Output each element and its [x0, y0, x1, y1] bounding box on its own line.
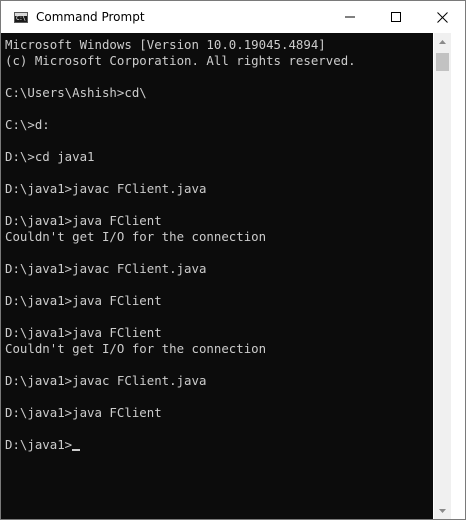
minimize-button[interactable]	[327, 1, 373, 33]
scrollbar-thumb[interactable]	[436, 53, 449, 71]
window-title: Command Prompt	[36, 10, 145, 24]
console-line: Couldn't get I/O for the connection	[5, 341, 267, 356]
console-line: Couldn't get I/O for the connection	[5, 229, 267, 244]
console-line: D:\java1>javac FClient.java	[5, 261, 207, 276]
command-prompt-window: C:\ Command Prompt Microsoft Windows [Ve…	[0, 0, 466, 520]
console-line: (c) Microsoft Corporation. All rights re…	[5, 53, 356, 68]
console-line: D:\java1>javac FClient.java	[5, 373, 207, 388]
command-prompt-icon[interactable]: C:\	[14, 12, 28, 23]
vertical-scrollbar[interactable]	[434, 33, 451, 519]
current-prompt: D:\java1>	[5, 437, 73, 452]
console-line: D:\java1>java FClient	[5, 293, 162, 308]
console-line: D:\java1>java FClient	[5, 213, 162, 228]
current-prompt-line[interactable]: D:\java1>	[5, 437, 433, 453]
console-line: D:\java1>javac FClient.java	[5, 181, 207, 196]
console-line: D:\java1>java FClient	[5, 325, 162, 340]
console-line: D:\>cd java1	[5, 149, 95, 164]
text-cursor	[72, 449, 81, 451]
maximize-icon	[391, 12, 401, 22]
title-bar[interactable]: C:\ Command Prompt	[1, 1, 465, 33]
scroll-down-arrow-icon	[439, 508, 446, 513]
minimize-icon	[345, 16, 355, 18]
console-lines: Microsoft Windows [Version 10.0.19045.48…	[1, 33, 433, 453]
console-line: C:\>d:	[5, 117, 50, 132]
console-line: C:\Users\Ashish>cd\	[5, 85, 147, 100]
scroll-up-arrow-icon	[439, 39, 446, 44]
console-line: D:\java1>java FClient	[5, 405, 162, 420]
console-line: Microsoft Windows [Version 10.0.19045.48…	[5, 37, 326, 52]
close-button[interactable]	[419, 1, 465, 33]
maximize-button[interactable]	[373, 1, 419, 33]
icon-label: C:\	[16, 15, 26, 22]
console-output-area[interactable]: Microsoft Windows [Version 10.0.19045.48…	[1, 33, 433, 519]
close-icon	[436, 11, 448, 23]
scroll-down-button[interactable]	[434, 502, 451, 519]
scroll-up-button[interactable]	[434, 33, 451, 50]
